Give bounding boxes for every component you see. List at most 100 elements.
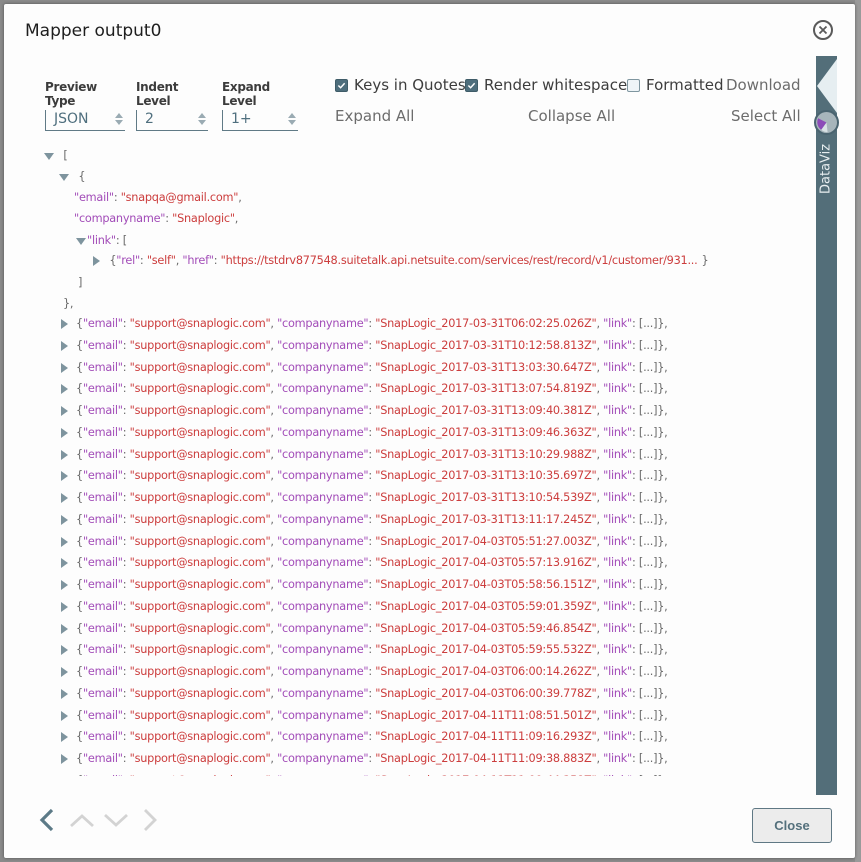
- json-key: "email": [82, 338, 123, 352]
- tree-row[interactable]: {"email": "support@snaplogic.com", "comp…: [61, 619, 668, 639]
- expand-triangle-icon[interactable]: [61, 645, 68, 656]
- expand-triangle-icon[interactable]: [61, 427, 68, 438]
- json-key: "email": [82, 469, 123, 483]
- expand-triangle-icon[interactable]: [61, 710, 68, 721]
- expand-triangle-icon[interactable]: [61, 406, 68, 416]
- json-key: "link": [603, 491, 632, 504]
- collapsed-value: [...]},: [638, 686, 668, 700]
- dataviz-panel-toggle[interactable]: DataViz: [814, 56, 839, 795]
- tree-row[interactable]: {"email": "support@snaplogic.com", "comp…: [61, 640, 668, 660]
- json-value: "support@snaplogic.com": [129, 599, 271, 613]
- tree-row[interactable]: {"email": "support@snaplogic.com", "comp…: [61, 510, 668, 530]
- collapse-triangle-icon[interactable]: [44, 152, 54, 160]
- checkbox-checked-icon[interactable]: [465, 78, 478, 92]
- expand-triangle-icon[interactable]: [61, 688, 68, 699]
- expand-triangle-icon[interactable]: [61, 384, 68, 395]
- download-button[interactable]: Download: [726, 76, 801, 94]
- tree-link-item[interactable]: {"rel": "self", "href": "https://tstdrv8…: [93, 251, 709, 271]
- tree-row[interactable]: {"email": "support@snaplogic.com", "comp…: [61, 575, 668, 595]
- json-key: "companyname": [74, 212, 166, 225]
- checkbox-checked-icon[interactable]: [335, 78, 348, 92]
- tree-row[interactable]: {"email": "support@snaplogic.com", "comp…: [61, 727, 668, 747]
- expand-triangle-icon[interactable]: [61, 536, 68, 547]
- json-key: "link": [603, 512, 632, 526]
- json-key: "email": [82, 317, 123, 330]
- json-value: "support@snaplogic.com": [129, 686, 271, 700]
- collapse-triangle-icon[interactable]: [76, 237, 86, 245]
- tree-row[interactable]: {"email": "support@snaplogic.com", "comp…: [61, 597, 668, 617]
- tree-field-companyname[interactable]: "companyname": "Snaplogic",: [74, 209, 238, 229]
- tree-row[interactable]: {"email": "support@snaplogic.com", "comp…: [61, 445, 668, 465]
- json-value: "SnapLogic_2017-03-31T13:03:30.647Z": [375, 360, 597, 374]
- tree-row[interactable]: {"email": "support@snaplogic.com", "comp…: [61, 553, 668, 573]
- expand-triangle-icon[interactable]: [61, 667, 68, 677]
- brace: {: [76, 730, 83, 744]
- json-value: "support@snaplogic.com": [129, 338, 271, 352]
- tree-row[interactable]: {"email": "support@snaplogic.com", "comp…: [61, 488, 668, 508]
- tree-row[interactable]: {"email": "support@snaplogic.com", "comp…: [61, 336, 668, 356]
- previous-arrow-icon[interactable]: [34, 806, 62, 834]
- expand-all-button[interactable]: Expand All: [335, 107, 414, 125]
- expand-triangle-icon[interactable]: [61, 623, 68, 634]
- bracket: [: [122, 234, 127, 247]
- tree-row[interactable]: {"email": "support@snaplogic.com", "comp…: [61, 662, 668, 682]
- tree-field-email[interactable]: "email": "snapqa@gmail.com",: [74, 188, 242, 208]
- tree-row[interactable]: {"email": "support@snaplogic.com", "comp…: [61, 401, 668, 421]
- json-key: "email": [82, 425, 123, 439]
- tree-field-link[interactable]: "link": [: [76, 231, 127, 251]
- expand-triangle-icon[interactable]: [61, 493, 68, 503]
- expand-triangle-icon[interactable]: [61, 449, 68, 460]
- next-arrow-icon[interactable]: [136, 806, 164, 834]
- expand-triangle-icon[interactable]: [61, 732, 68, 743]
- brace: {: [76, 665, 83, 678]
- expand-triangle-icon[interactable]: [61, 580, 68, 590]
- expand-triangle-icon[interactable]: [61, 471, 68, 482]
- expand-triangle-icon[interactable]: [61, 558, 68, 569]
- collapsed-value: [...]},: [638, 708, 668, 722]
- expand-triangle-icon[interactable]: [61, 362, 68, 373]
- bracket: [: [63, 149, 68, 162]
- expand-triangle-icon[interactable]: [93, 256, 100, 266]
- tree-row[interactable]: {"email": "support@snaplogic.com", "comp…: [61, 771, 668, 776]
- expand-triangle-icon[interactable]: [61, 601, 68, 612]
- json-value: "SnapLogic_2017-04-03T05:51:27.003Z": [375, 534, 597, 548]
- json-value: "support@snaplogic.com": [129, 512, 271, 526]
- panel-collapse-icon[interactable]: [816, 56, 837, 116]
- tree-row[interactable]: {"email": "support@snaplogic.com", "comp…: [61, 314, 668, 334]
- expand-triangle-icon[interactable]: [61, 319, 68, 329]
- json-value: "SnapLogic_2017-03-31T06:02:25.026Z": [375, 317, 597, 330]
- close-button[interactable]: Close: [752, 808, 832, 843]
- expand-level-select[interactable]: 1+: [222, 110, 298, 131]
- checkbox-unchecked-icon[interactable]: [627, 78, 640, 92]
- tree-row[interactable]: {"email": "support@snaplogic.com", "comp…: [61, 379, 668, 399]
- brace: {: [76, 534, 83, 548]
- preview-type-select[interactable]: JSON: [45, 110, 125, 131]
- tree-row[interactable]: {"email": "support@snaplogic.com", "comp…: [61, 706, 668, 726]
- collapse-triangle-icon[interactable]: [59, 173, 69, 181]
- json-key: "link": [603, 447, 632, 461]
- indent-level-select[interactable]: 2: [136, 110, 208, 131]
- expand-triangle-icon[interactable]: [61, 340, 68, 351]
- tree-row[interactable]: {"email": "support@snaplogic.com", "comp…: [61, 423, 668, 443]
- tree-row[interactable]: {"email": "support@snaplogic.com", "comp…: [61, 684, 668, 704]
- json-value: "SnapLogic_2017-03-31T10:12:58.813Z": [375, 338, 597, 352]
- render-whitespace-checkbox[interactable]: Render whitespace: [465, 76, 627, 94]
- close-circle-icon[interactable]: [813, 20, 833, 40]
- keys-in-quotes-checkbox[interactable]: Keys in Quotes: [335, 76, 466, 94]
- json-tree: [ { "email": "snapqa@gmail.com", "compan…: [42, 146, 812, 776]
- collapse-all-button[interactable]: Collapse All: [528, 107, 615, 125]
- tree-row[interactable]: {"email": "support@snaplogic.com", "comp…: [61, 749, 668, 769]
- brace: },: [63, 297, 74, 310]
- formatted-checkbox[interactable]: Formatted: [627, 76, 724, 94]
- expand-triangle-icon[interactable]: [61, 514, 68, 525]
- tree-row[interactable]: {"email": "support@snaplogic.com", "comp…: [61, 358, 668, 378]
- json-value: "support@snaplogic.com": [129, 708, 271, 722]
- tree-row[interactable]: {"email": "support@snaplogic.com", "comp…: [61, 532, 668, 552]
- down-arrow-icon[interactable]: [102, 806, 130, 834]
- json-key: "link": [603, 621, 632, 635]
- brace: {: [76, 578, 83, 591]
- up-arrow-icon[interactable]: [68, 806, 96, 834]
- expand-triangle-icon[interactable]: [61, 754, 68, 764]
- select-all-button[interactable]: Select All: [731, 107, 801, 125]
- tree-row[interactable]: {"email": "support@snaplogic.com", "comp…: [61, 466, 668, 486]
